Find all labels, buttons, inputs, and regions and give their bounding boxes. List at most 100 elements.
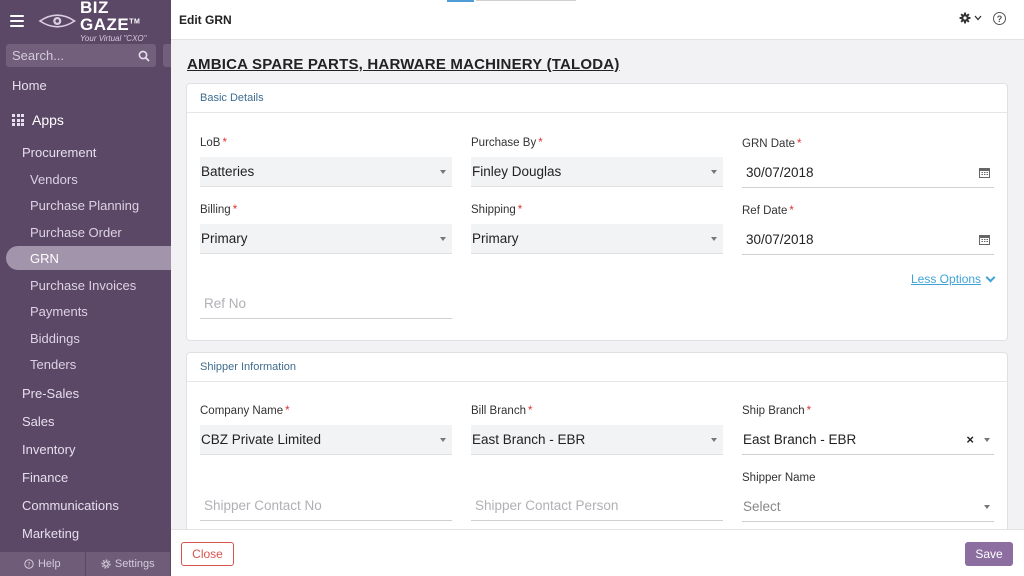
sidebar-item-purchase-planning[interactable]: Purchase Planning bbox=[30, 198, 139, 213]
sidebar-item-procurement[interactable]: Procurement bbox=[22, 145, 96, 160]
top-accent-line bbox=[476, 0, 576, 1]
caret-down-icon bbox=[440, 437, 446, 442]
search-input[interactable] bbox=[12, 48, 132, 63]
company-name-select[interactable]: CBZ Private Limited bbox=[200, 425, 452, 455]
vendor-title: AMBICA SPARE PARTS, HARWARE MACHINERY (T… bbox=[187, 56, 620, 73]
shipper-name-select[interactable]: Select bbox=[742, 492, 994, 522]
calendar-icon[interactable] bbox=[979, 234, 990, 245]
sidebar-apps-label: Apps bbox=[32, 112, 64, 128]
brand-tagline: Your Virtual "CXO" bbox=[80, 34, 147, 43]
sidebar-item-home[interactable]: Home bbox=[12, 78, 47, 93]
required-marker: * bbox=[232, 204, 238, 216]
sidebar-item-pre-sales[interactable]: Pre-Sales bbox=[22, 386, 79, 401]
sidebar-item-inventory[interactable]: Inventory bbox=[22, 442, 75, 457]
sidebar-item-apps[interactable]: Apps bbox=[12, 112, 64, 128]
svg-text:?: ? bbox=[27, 560, 30, 568]
purchase-by-select[interactable]: Finley Douglas bbox=[471, 157, 723, 187]
shipper-contact-person-placeholder: Shipper Contact Person bbox=[475, 498, 619, 513]
ref-no-field: Ref No bbox=[200, 289, 452, 319]
sidebar-item-payments[interactable]: Payments bbox=[30, 304, 88, 319]
ship-branch-value: East Branch - EBR bbox=[743, 432, 857, 447]
bill-branch-select[interactable]: East Branch - EBR bbox=[471, 425, 723, 455]
caret-down-icon bbox=[711, 437, 717, 442]
caret-down-icon bbox=[440, 169, 446, 174]
calendar-icon[interactable] bbox=[979, 167, 990, 178]
sidebar-item-tenders[interactable]: Tenders bbox=[30, 357, 76, 372]
sidebar-item-grn[interactable]: GRN bbox=[30, 251, 59, 266]
less-options-label: Less Options bbox=[911, 272, 982, 286]
brand-logo[interactable]: BIZ GAZETM Your Virtual "CXO" bbox=[38, 0, 172, 43]
lob-field: LoB * Batteries bbox=[200, 137, 452, 187]
close-button[interactable]: Close bbox=[181, 542, 234, 566]
required-marker: * bbox=[527, 405, 533, 417]
question-circle-icon: ? bbox=[24, 559, 34, 569]
settings-dropdown[interactable] bbox=[959, 12, 982, 24]
billing-value: Primary bbox=[201, 231, 248, 246]
lob-value: Batteries bbox=[201, 164, 255, 179]
billing-field: Billing * Primary bbox=[200, 204, 452, 254]
billing-select[interactable]: Primary bbox=[200, 224, 452, 254]
sidebar-settings-label: Settings bbox=[114, 558, 155, 570]
ref-date-input[interactable]: 30/07/2018 bbox=[742, 225, 994, 255]
shipping-select[interactable]: Primary bbox=[471, 224, 723, 254]
sidebar-settings-button[interactable]: Settings bbox=[86, 552, 171, 576]
required-marker: * bbox=[806, 405, 812, 417]
lob-label: LoB bbox=[200, 137, 221, 149]
basic-details-card: Basic Details LoB * Batteries Purchase By… bbox=[186, 83, 1008, 341]
shipping-value: Primary bbox=[472, 231, 519, 246]
shipper-contact-person-input[interactable]: Shipper Contact Person bbox=[471, 491, 723, 521]
bill-branch-field: Bill Branch * East Branch - EBR bbox=[471, 405, 723, 455]
required-marker: * bbox=[538, 137, 543, 149]
shipper-name-field: Shipper Name Select bbox=[742, 472, 994, 522]
required-marker: * bbox=[517, 204, 523, 216]
shipper-contact-no-input[interactable]: Shipper Contact No bbox=[200, 491, 452, 521]
chevron-down-icon bbox=[985, 272, 996, 282]
bottom-action-bar: Close Save bbox=[171, 529, 1024, 576]
top-accent-bar bbox=[447, 0, 474, 2]
page-title: Edit GRN bbox=[179, 13, 232, 27]
basic-details-heading: Basic Details bbox=[187, 84, 1007, 113]
ship-branch-select[interactable]: East Branch - EBR × bbox=[742, 425, 994, 455]
search-icon[interactable] bbox=[138, 50, 150, 62]
sidebar-help-button[interactable]: ? Help bbox=[0, 552, 86, 576]
shipper-name-label: Shipper Name bbox=[742, 472, 816, 484]
sidebar-item-finance[interactable]: Finance bbox=[22, 470, 68, 485]
save-button[interactable]: Save bbox=[965, 542, 1013, 566]
logo-eye-icon bbox=[38, 14, 76, 28]
caret-down-icon bbox=[711, 169, 717, 174]
shipper-contact-no-field: Shipper Contact No bbox=[200, 491, 452, 521]
help-icon[interactable]: ? bbox=[993, 12, 1006, 25]
shipper-name-placeholder: Select bbox=[743, 499, 781, 514]
grn-date-input[interactable]: 30/07/2018 bbox=[742, 158, 994, 188]
shipping-field: Shipping * Primary bbox=[471, 204, 723, 254]
sidebar-item-sales[interactable]: Sales bbox=[22, 414, 55, 429]
ship-branch-field: Ship Branch * East Branch - EBR × bbox=[742, 405, 994, 455]
sidebar-item-communications[interactable]: Communications bbox=[22, 498, 119, 513]
purchase-by-field: Purchase By * Finley Douglas bbox=[471, 137, 723, 187]
sidebar-search-toggle[interactable] bbox=[163, 44, 171, 67]
company-name-label: Company Name bbox=[200, 405, 284, 417]
required-marker: * bbox=[285, 405, 290, 417]
sidebar-item-purchase-invoices[interactable]: Purchase Invoices bbox=[30, 278, 136, 293]
purchase-by-value: Finley Douglas bbox=[472, 164, 562, 179]
app-root: BIZ GAZETM Your Virtual "CXO" Home Apps … bbox=[0, 0, 1024, 576]
required-marker: * bbox=[797, 138, 802, 150]
sidebar-item-purchase-order[interactable]: Purchase Order bbox=[30, 225, 122, 240]
ref-date-value: 30/07/2018 bbox=[746, 232, 814, 247]
lob-select[interactable]: Batteries bbox=[200, 157, 452, 187]
caret-down-icon bbox=[984, 504, 990, 509]
hamburger-menu-icon[interactable] bbox=[10, 15, 24, 27]
less-options-link[interactable]: Less Options bbox=[911, 272, 996, 286]
sidebar-item-vendors[interactable]: Vendors bbox=[30, 172, 78, 187]
shipper-contact-no-placeholder: Shipper Contact No bbox=[204, 498, 322, 513]
grn-date-label: GRN Date bbox=[742, 138, 796, 150]
sidebar-item-marketing[interactable]: Marketing bbox=[22, 526, 79, 541]
clear-icon[interactable]: × bbox=[966, 432, 974, 447]
ref-no-input[interactable]: Ref No bbox=[200, 289, 452, 319]
ref-no-placeholder: Ref No bbox=[204, 296, 247, 311]
top-bar: Edit GRN ? bbox=[171, 0, 1024, 40]
bill-branch-label: Bill Branch bbox=[471, 405, 526, 417]
sidebar-item-biddings[interactable]: Biddings bbox=[30, 331, 80, 346]
company-name-field: Company Name * CBZ Private Limited bbox=[200, 405, 452, 455]
brand-name: BIZ GAZE bbox=[80, 0, 130, 34]
